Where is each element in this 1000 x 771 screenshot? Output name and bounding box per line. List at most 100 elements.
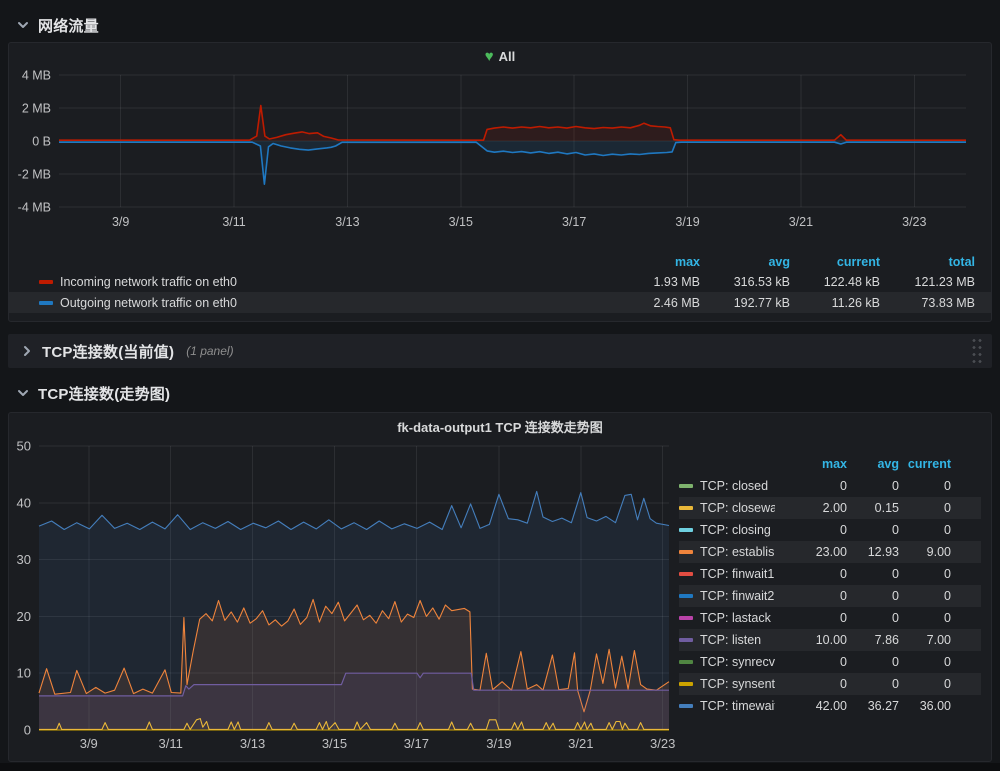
legend-series-label[interactable]: TCP: closed bbox=[679, 479, 775, 493]
svg-text:3/13: 3/13 bbox=[240, 736, 265, 751]
tcp-connections-chart[interactable]: 3/93/113/133/153/173/193/213/23010203040… bbox=[9, 439, 679, 755]
panel-title-bar[interactable]: fk-data-output1 TCP 连接数走势图 bbox=[9, 413, 991, 439]
svg-text:3/13: 3/13 bbox=[335, 215, 359, 229]
legend-value: 0 bbox=[775, 655, 847, 669]
series-name: Incoming network traffic on eth0 bbox=[60, 275, 237, 289]
series-color-swatch-icon[interactable] bbox=[679, 682, 693, 686]
legend-header-row: maxavgcurrenttotal bbox=[9, 252, 991, 271]
legend-value: 0 bbox=[775, 589, 847, 603]
legend-value: 1.93 MB bbox=[610, 275, 700, 289]
svg-text:3/9: 3/9 bbox=[112, 215, 129, 229]
series-name: TCP: closed bbox=[700, 479, 768, 493]
legend-value: 0 bbox=[847, 655, 899, 669]
legend-value: 122.48 kB bbox=[790, 275, 880, 289]
series-color-swatch-icon[interactable] bbox=[39, 280, 53, 284]
legend-series-label[interactable]: TCP: synrecv bbox=[679, 655, 775, 669]
legend-series-label[interactable]: TCP: listen bbox=[679, 633, 775, 647]
series-color-swatch-icon[interactable] bbox=[679, 506, 693, 510]
svg-text:3/15: 3/15 bbox=[322, 736, 347, 751]
series-color-swatch-icon[interactable] bbox=[679, 484, 693, 488]
dashboard: 网络流量 ♥ All 3/93/113/133/153/173/193/213/… bbox=[0, 0, 1000, 762]
row-title: 网络流量 bbox=[38, 15, 99, 36]
series-name: TCP: closing bbox=[700, 523, 771, 537]
series-name: TCP: synsent bbox=[700, 677, 775, 691]
series-color-swatch-icon[interactable] bbox=[679, 528, 693, 532]
panel-title-bar[interactable]: ♥ All bbox=[9, 43, 991, 69]
network-traffic-chart[interactable]: 3/93/113/133/153/173/193/213/234 MB2 MB0… bbox=[9, 69, 975, 233]
row-header-network[interactable]: 网络流量 bbox=[8, 10, 992, 40]
legend-value: 0 bbox=[899, 501, 951, 515]
svg-text:3/23: 3/23 bbox=[902, 215, 926, 229]
svg-text:0 B: 0 B bbox=[32, 135, 51, 149]
legend-value: 10.00 bbox=[775, 633, 847, 647]
legend-row: TCP: finwait2000 bbox=[679, 585, 981, 607]
series-color-swatch-icon[interactable] bbox=[679, 594, 693, 598]
svg-text:3/23: 3/23 bbox=[650, 736, 675, 751]
svg-text:3/11: 3/11 bbox=[222, 215, 245, 229]
panel2-title: fk-data-output1 TCP 连接数走势图 bbox=[397, 417, 603, 436]
legend-value: 9.00 bbox=[899, 545, 951, 559]
legend-row: TCP: synrecv000 bbox=[679, 651, 981, 673]
legend-sort-header[interactable]: avg bbox=[700, 255, 790, 269]
legend-row: TCP: synsent000 bbox=[679, 673, 981, 695]
legend-sort-header[interactable]: max bbox=[610, 255, 700, 269]
legend-row: TCP: closed000 bbox=[679, 475, 981, 497]
legend-series-label[interactable]: TCP: lastack bbox=[679, 611, 775, 625]
row-header-tcp-current[interactable]: TCP连接数(当前值) (1 panel) bbox=[8, 334, 992, 368]
legend-value: 7.00 bbox=[899, 633, 951, 647]
svg-text:-2 MB: -2 MB bbox=[18, 168, 51, 182]
legend-sort-header[interactable]: current bbox=[790, 255, 880, 269]
legend-series-label[interactable]: TCP: finwait2 bbox=[679, 589, 775, 603]
series-name: TCP: finwait1 bbox=[700, 567, 774, 581]
series-name: TCP: established bbox=[700, 545, 775, 559]
legend-value: 0 bbox=[899, 479, 951, 493]
legend-series-label[interactable]: TCP: synsent bbox=[679, 677, 775, 691]
row-title: TCP连接数(走势图) bbox=[38, 383, 170, 404]
series-color-swatch-icon[interactable] bbox=[679, 550, 693, 554]
legend-series-label[interactable]: TCP: closewait bbox=[679, 501, 775, 515]
svg-text:-4 MB: -4 MB bbox=[18, 201, 51, 215]
legend-value: 11.26 kB bbox=[790, 296, 880, 310]
legend-row: TCP: timewait42.0036.2736.00 bbox=[679, 695, 981, 717]
legend-series-label[interactable]: TCP: established bbox=[679, 545, 775, 559]
legend-row: TCP: finwait1000 bbox=[679, 563, 981, 585]
legend-series-label[interactable]: TCP: closing bbox=[679, 523, 775, 537]
legend-value: 23.00 bbox=[775, 545, 847, 559]
legend-series-label[interactable]: TCP: finwait1 bbox=[679, 567, 775, 581]
series-color-swatch-icon[interactable] bbox=[679, 660, 693, 664]
svg-text:3/11: 3/11 bbox=[158, 736, 182, 751]
legend-row: TCP: listen 10.007.867.00 bbox=[679, 629, 981, 651]
legend-series-label[interactable]: Outgoing network traffic on eth0 bbox=[39, 296, 610, 310]
series-color-swatch-icon[interactable] bbox=[679, 616, 693, 620]
series-color-swatch-icon[interactable] bbox=[679, 572, 693, 576]
legend-value: 0 bbox=[775, 677, 847, 691]
legend-value: 36.27 bbox=[847, 699, 899, 713]
legend-series-label[interactable]: Incoming network traffic on eth0 bbox=[39, 275, 610, 289]
panel1-title: All bbox=[499, 49, 516, 64]
legend-sort-header[interactable]: max bbox=[775, 457, 847, 471]
row-header-tcp-trend[interactable]: TCP连接数(走势图) bbox=[8, 378, 992, 408]
svg-text:3/21: 3/21 bbox=[568, 736, 593, 751]
legend-value: 0 bbox=[899, 567, 951, 581]
drag-handle-icon[interactable] bbox=[971, 337, 982, 365]
svg-text:3/21: 3/21 bbox=[789, 215, 813, 229]
legend-sort-header[interactable]: avg bbox=[847, 457, 899, 471]
legend-sort-header[interactable]: total bbox=[880, 255, 975, 269]
series-color-swatch-icon[interactable] bbox=[679, 638, 693, 642]
legend-row: TCP: established23.0012.939.00 bbox=[679, 541, 981, 563]
legend-value: 7.86 bbox=[847, 633, 899, 647]
series-name: TCP: listen bbox=[700, 633, 761, 647]
legend-sort-header[interactable]: current bbox=[899, 457, 951, 471]
legend-value: 0 bbox=[775, 479, 847, 493]
legend-value: 0 bbox=[899, 523, 951, 537]
series-name: TCP: closewait bbox=[700, 501, 775, 515]
legend-series-label[interactable]: TCP: timewait bbox=[679, 699, 775, 713]
legend-value: 36.00 bbox=[899, 699, 951, 713]
svg-text:10: 10 bbox=[17, 666, 31, 681]
legend-row: TCP: closing000 bbox=[679, 519, 981, 541]
chevron-right-icon bbox=[20, 344, 34, 358]
legend-value: 0 bbox=[847, 677, 899, 691]
series-color-swatch-icon[interactable] bbox=[679, 704, 693, 708]
series-color-swatch-icon[interactable] bbox=[39, 301, 53, 305]
svg-text:40: 40 bbox=[17, 495, 31, 510]
